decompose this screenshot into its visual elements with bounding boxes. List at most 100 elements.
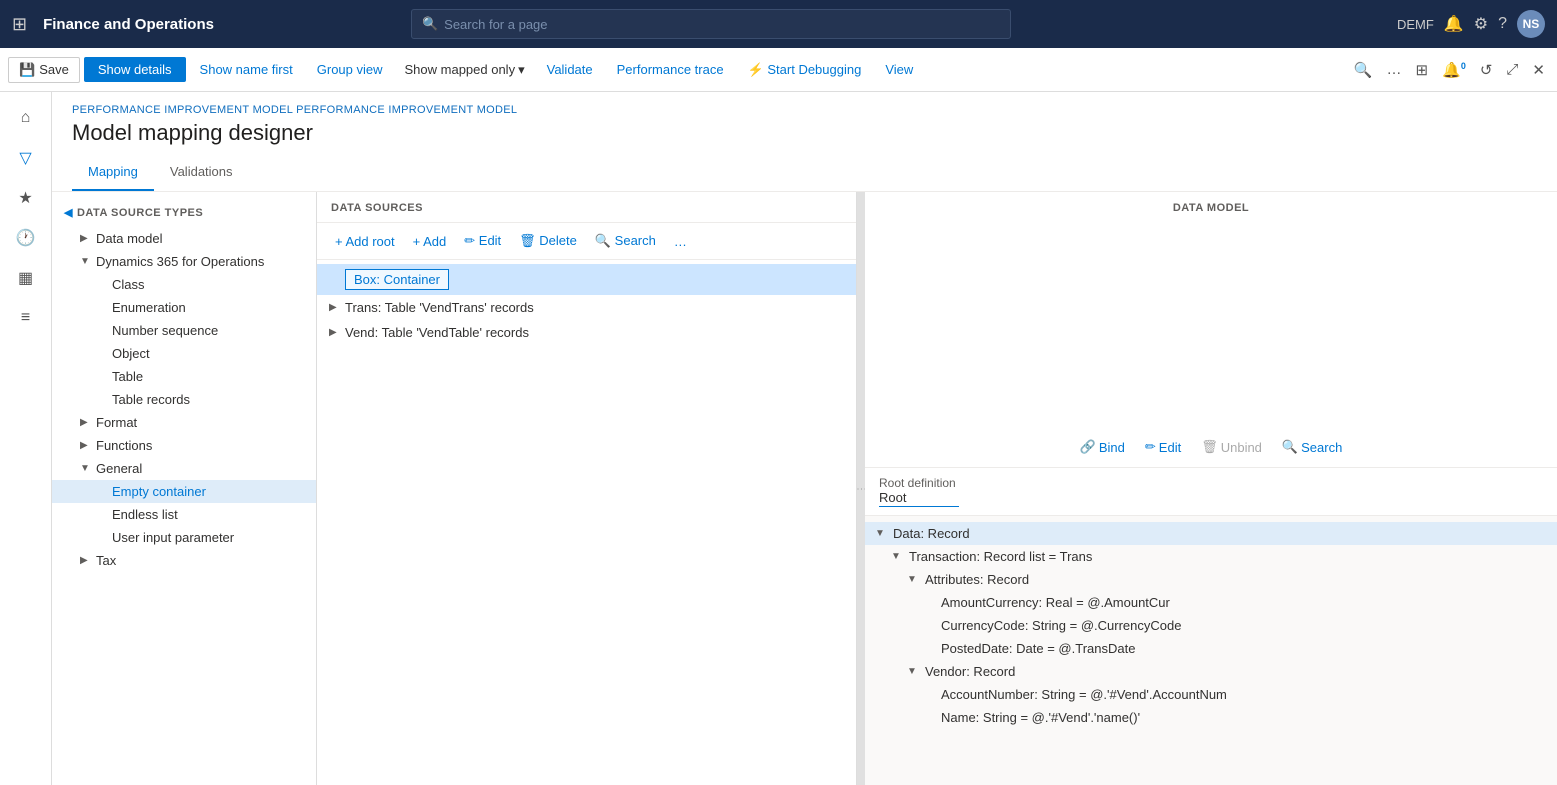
dm-item-attributes[interactable]: ▼ Attributes: Record <box>865 568 1557 591</box>
avatar[interactable]: NS <box>1517 10 1545 38</box>
expand-icon: ▶ <box>80 555 96 566</box>
toolbar-search-button[interactable]: 🔍 <box>1350 57 1377 83</box>
sidebar-recent[interactable]: 🕐 <box>8 220 44 256</box>
expand-icon: ▶ <box>80 440 96 451</box>
expand-icon: ▶ <box>80 417 96 428</box>
dm-item-name[interactable]: Name: String = @.'#Vend'.'name()' <box>865 706 1557 729</box>
dst-item-format[interactable]: ▶ Format <box>52 411 316 434</box>
dst-item-data-model[interactable]: ▶ Data model <box>52 227 316 250</box>
debug-icon: ⚡ <box>748 62 764 77</box>
dm-root-definition: Root definition Root <box>865 468 1557 516</box>
sidebar-list[interactable]: ≡ <box>8 300 44 336</box>
toolbar-right: 🔍 … ⊞ 🔔0 ↺ ⤢ ✕ <box>1350 57 1549 83</box>
dm-item-account-number[interactable]: AccountNumber: String = @.'#Vend'.Accoun… <box>865 683 1557 706</box>
toolbar-grid-button[interactable]: ⊞ <box>1412 57 1433 83</box>
dm-search-icon: 🔍 <box>1282 439 1298 455</box>
dst-item-tax[interactable]: ▶ Tax <box>52 549 316 572</box>
dm-panel-title: DATA MODEL <box>1173 202 1249 214</box>
delete-button[interactable]: 🗑 Delete <box>511 229 585 253</box>
dst-item-d365[interactable]: ▼ Dynamics 365 for Operations <box>52 250 316 273</box>
ds-item-box[interactable]: Box: Container <box>317 264 856 295</box>
help-button[interactable]: ? <box>1498 15 1507 33</box>
main-toolbar: 💾 Save Show details Show name first Grou… <box>0 48 1557 92</box>
ds-more-button[interactable]: … <box>666 230 695 253</box>
bind-icon: 🔗 <box>1080 439 1096 455</box>
toolbar-refresh-button[interactable]: ↺ <box>1476 57 1497 83</box>
dst-item-object[interactable]: Object <box>52 342 316 365</box>
ds-panel-header: DATA SOURCES <box>317 192 856 223</box>
sidebar-home[interactable]: ⌂ <box>8 100 44 136</box>
dst-item-general[interactable]: ▼ General <box>52 457 316 480</box>
perf-trace-button[interactable]: Performance trace <box>607 57 734 82</box>
page-content: PERFORMANCE IMPROVEMENT MODEL PERFORMANC… <box>52 92 1557 785</box>
dm-item-posted-date[interactable]: PostedDate: Date = @.TransDate <box>865 637 1557 660</box>
dst-item-empty-container[interactable]: Empty container <box>52 480 316 503</box>
settings-button[interactable]: ⚙ <box>1474 14 1488 34</box>
sidebar-favorites[interactable]: ★ <box>8 180 44 216</box>
dm-item-transaction[interactable]: ▼ Transaction: Record list = Trans <box>865 545 1557 568</box>
unbind-button[interactable]: 🗑 Unbind <box>1193 435 1270 459</box>
panel-divider[interactable]: ⋮ <box>857 192 865 785</box>
dst-item-table[interactable]: Table <box>52 365 316 388</box>
root-def-label: Root definition <box>879 476 1543 490</box>
tab-validations[interactable]: Validations <box>154 156 249 191</box>
dm-item-currency-code[interactable]: CurrencyCode: String = @.CurrencyCode <box>865 614 1557 637</box>
ds-item-vend[interactable]: ▶ Vend: Table 'VendTable' records <box>317 320 856 345</box>
expand-icon: ▶ <box>80 233 96 244</box>
page-title: Model mapping designer <box>72 120 1537 146</box>
dst-collapse-icon[interactable]: ◀ <box>64 206 73 219</box>
ds-toolbar: + Add root + Add ✏ Edit 🗑 Delete 🔍 Searc… <box>317 223 856 260</box>
search-button[interactable]: 🔍 Search <box>587 229 664 253</box>
expand-icon: ▶ <box>329 327 345 338</box>
user-env: DEMF <box>1397 17 1434 32</box>
ds-content: Box: Container ▶ Trans: Table 'VendTrans… <box>317 260 856 785</box>
tab-mapping[interactable]: Mapping <box>72 156 154 191</box>
group-view-button[interactable]: Group view <box>307 57 393 82</box>
toolbar-close-button[interactable]: ✕ <box>1528 57 1549 83</box>
view-button[interactable]: View <box>875 57 923 82</box>
dst-item-user-input[interactable]: User input parameter <box>52 526 316 549</box>
edit-icon: ✏ <box>1145 439 1156 455</box>
dst-item-table-records[interactable]: Table records <box>52 388 316 411</box>
show-details-button[interactable]: Show details <box>84 57 186 82</box>
show-mapped-only-button[interactable]: Show mapped only ▾ <box>397 57 533 83</box>
toolbar-more-button[interactable]: … <box>1383 57 1406 82</box>
expand-icon: ▼ <box>80 256 96 267</box>
chevron-icon: ▾ <box>518 62 525 78</box>
edit-button[interactable]: ✏ Edit <box>456 229 509 253</box>
toolbar-notif-button[interactable]: 🔔0 <box>1438 57 1470 83</box>
show-name-first-button[interactable]: Show name first <box>190 57 303 82</box>
validate-button[interactable]: Validate <box>537 57 603 82</box>
dst-item-enumeration[interactable]: Enumeration <box>52 296 316 319</box>
add-root-button[interactable]: + Add root <box>327 230 403 253</box>
page-tabs: Mapping Validations <box>72 156 1537 191</box>
notification-button[interactable]: 🔔 <box>1444 14 1464 34</box>
ds-item-trans[interactable]: ▶ Trans: Table 'VendTrans' records <box>317 295 856 320</box>
dm-item-amount-currency[interactable]: AmountCurrency: Real = @.AmountCur <box>865 591 1557 614</box>
save-button[interactable]: 💾 Save <box>8 57 80 83</box>
dm-item-vendor[interactable]: ▼ Vendor: Record <box>865 660 1557 683</box>
dst-item-class[interactable]: Class <box>52 273 316 296</box>
bind-button[interactable]: 🔗 Bind <box>1072 435 1133 459</box>
dm-item-data-record[interactable]: ▼ Data: Record <box>865 522 1557 545</box>
grid-icon[interactable]: ⊞ <box>12 14 27 35</box>
sidebar-filter[interactable]: ▽ <box>8 140 44 176</box>
dst-panel-header: ◀ DATA SOURCE TYPES <box>52 202 316 227</box>
save-icon: 💾 <box>19 62 35 78</box>
top-search-input[interactable] <box>444 17 1000 32</box>
dst-item-endless-list[interactable]: Endless list <box>52 503 316 526</box>
add-button[interactable]: + Add <box>405 230 455 253</box>
ds-panel: DATA SOURCES + Add root + Add ✏ Edit 🗑 D… <box>317 192 857 785</box>
start-debugging-button[interactable]: ⚡ Start Debugging <box>738 57 872 83</box>
expand-icon: ▼ <box>80 463 96 474</box>
dm-edit-button[interactable]: ✏ Edit <box>1137 435 1189 459</box>
sidebar-table[interactable]: ▦ <box>8 260 44 296</box>
toolbar-open-button[interactable]: ⤢ <box>1502 57 1522 82</box>
designer-area: ◀ DATA SOURCE TYPES ▶ Data model ▼ Dynam… <box>52 192 1557 785</box>
dst-item-number-sequence[interactable]: Number sequence <box>52 319 316 342</box>
dst-item-functions[interactable]: ▶ Functions <box>52 434 316 457</box>
dst-panel: ◀ DATA SOURCE TYPES ▶ Data model ▼ Dynam… <box>52 192 317 785</box>
top-nav: ⊞ Finance and Operations 🔍 DEMF 🔔 ⚙ ? NS <box>0 0 1557 48</box>
page-header: PERFORMANCE IMPROVEMENT MODEL PERFORMANC… <box>52 92 1557 192</box>
dm-search-button[interactable]: 🔍 Search <box>1274 435 1350 459</box>
